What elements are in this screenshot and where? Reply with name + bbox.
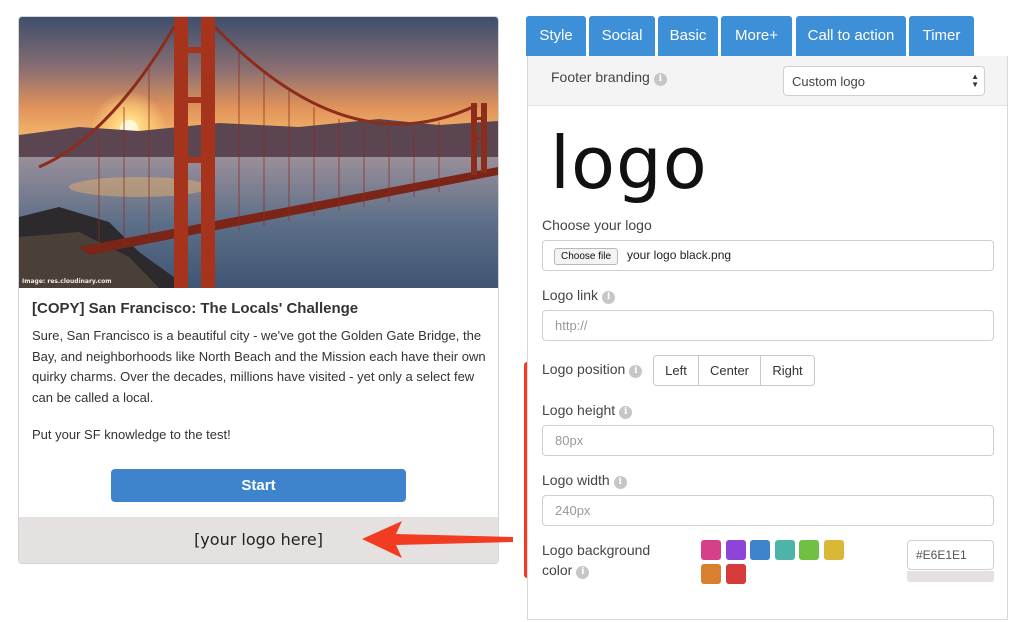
logo-position-label: Logo position i <box>542 361 643 378</box>
color-swatch[interactable] <box>774 540 795 560</box>
info-icon[interactable]: i <box>613 476 627 489</box>
logo-width-input[interactable]: 240px <box>542 495 994 526</box>
info-icon[interactable]: i <box>619 406 633 419</box>
logo-position-left-button[interactable]: Left <box>653 355 699 386</box>
logo-background-label-line2: color i <box>542 562 590 579</box>
quiz-call-to-action: Put your SF knowledge to the test! <box>32 427 231 442</box>
quiz-title: [COPY] San Francisco: The Locals' Challe… <box>32 300 359 317</box>
color-swatch[interactable] <box>750 540 770 560</box>
logo-height-label: Logo height i <box>542 402 633 419</box>
logo-preview: logo <box>550 121 708 205</box>
golden-gate-bridge-image <box>19 17 498 288</box>
footer-branding-row: Footer branding i Custom logo ▲ ▼ <box>528 56 1007 106</box>
tab-style[interactable]: Style <box>526 16 586 56</box>
quiz-description: Sure, San Francisco is a beautiful city … <box>32 328 486 405</box>
image-credit: Image: res.cloudinary.com <box>22 278 112 285</box>
footer-branding-label: Footer branding i <box>551 69 667 86</box>
tab-basic[interactable]: Basic <box>658 16 718 56</box>
logo-width-label: Logo width i <box>542 472 627 489</box>
footer-branding-select[interactable]: Custom logo ▲ ▼ <box>783 66 985 96</box>
color-swatch[interactable] <box>725 564 746 584</box>
logo-background-color-preview <box>907 571 994 582</box>
logo-position-right-button[interactable]: Right <box>760 355 815 386</box>
tab-social[interactable]: Social <box>589 16 655 56</box>
logo-background-color-input[interactable]: #E6E1E1 <box>907 540 994 570</box>
start-button[interactable]: Start <box>111 469 406 502</box>
info-icon[interactable]: i <box>602 291 616 304</box>
tab-call-to-action[interactable]: Call to action <box>796 16 906 56</box>
info-icon[interactable]: i <box>629 365 643 378</box>
color-swatch[interactable] <box>799 540 819 560</box>
logo-file-input[interactable]: Choose file your logo black.png <box>542 240 994 271</box>
color-swatch[interactable] <box>725 540 746 560</box>
annotation-arrow-icon <box>362 521 513 558</box>
choose-logo-label: Choose your logo <box>542 217 652 233</box>
quiz-preview-card: Image: res.cloudinary.com [COPY] San Fra… <box>18 16 499 564</box>
choose-file-button[interactable]: Choose file <box>554 248 619 265</box>
logo-link-input[interactable]: http:// <box>542 310 994 341</box>
logo-height-input[interactable]: 80px <box>542 425 994 456</box>
tab-timer[interactable]: Timer <box>909 16 974 56</box>
logo-link-label: Logo link i <box>542 287 616 304</box>
selected-file-name: your logo black.png <box>627 248 732 262</box>
select-arrows-icon: ▲ ▼ <box>971 72 979 89</box>
color-swatch[interactable] <box>701 540 721 560</box>
color-swatch[interactable] <box>823 540 844 560</box>
color-swatch[interactable] <box>701 564 721 584</box>
info-icon[interactable]: i <box>653 73 667 86</box>
logo-position-center-button[interactable]: Center <box>698 355 761 386</box>
style-settings-panel: Footer branding i Custom logo ▲ ▼ logo Cho… <box>527 56 1008 620</box>
info-icon[interactable]: i <box>576 566 590 579</box>
tab-more[interactable]: More+ <box>721 16 792 56</box>
logo-background-label: Logo background <box>542 542 651 558</box>
